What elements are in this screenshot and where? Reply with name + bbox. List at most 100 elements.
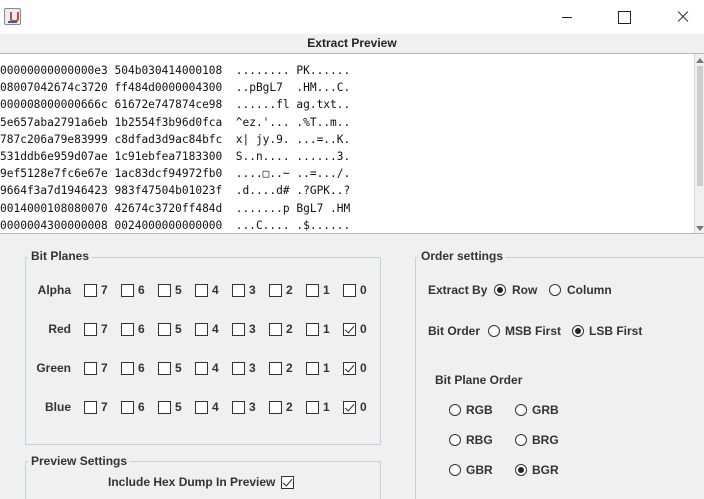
extract-by-label: Extract By: [428, 283, 488, 297]
scroll-up-icon[interactable]: [696, 58, 704, 63]
bit-label: 7: [101, 400, 108, 414]
hex-line: 08007042674c3720 ff484d0000004300 ..pBgL…: [0, 81, 351, 95]
checkbox-green-bit-1[interactable]: [306, 362, 319, 375]
bit-label: 2: [286, 361, 293, 375]
checkbox-red-bit-0[interactable]: [343, 323, 356, 336]
scroll-down-icon[interactable]: [696, 226, 704, 231]
bit-label: 6: [138, 283, 145, 297]
bit-label: 4: [212, 361, 219, 375]
checkbox-blue-bit-7[interactable]: [84, 401, 97, 414]
checkbox-red-bit-2[interactable]: [269, 323, 282, 336]
bit-plane-row-label-alpha: Alpha: [37, 283, 71, 297]
plane-order-brg-radio[interactable]: [515, 434, 527, 446]
extract-by-column-label[interactable]: Column: [567, 283, 612, 297]
preview-text-area[interactable]: 00000000000000e3 504b030414000108 ......…: [0, 53, 704, 234]
plane-order-grb-radio[interactable]: [515, 404, 527, 416]
bit-label: 5: [175, 283, 182, 297]
lsb-first-label[interactable]: LSB First: [589, 324, 642, 338]
hex-line: 9664f3a7d1946423 983f47504b01023f .d....…: [0, 184, 351, 198]
bit-label: 4: [212, 400, 219, 414]
bit-label: 0: [360, 283, 367, 297]
bit-label: 7: [101, 283, 108, 297]
preview-scrollbar[interactable]: [694, 54, 704, 233]
checkbox-green-bit-3[interactable]: [232, 362, 245, 375]
hex-line: 5e657aba2791a6eb 1b2554f3b96d0fca ^ez.'.…: [0, 115, 351, 129]
bit-label: 7: [101, 361, 108, 375]
checkbox-blue-bit-0[interactable]: [343, 401, 356, 414]
minimize-button[interactable]: [544, 0, 590, 34]
bit-label: 6: [138, 400, 145, 414]
msb-first-radio[interactable]: [488, 325, 500, 337]
checkbox-blue-bit-2[interactable]: [269, 401, 282, 414]
checkbox-blue-bit-6[interactable]: [121, 401, 134, 414]
plane-order-brg-label[interactable]: BRG: [532, 433, 559, 447]
bit-label: 1: [323, 283, 330, 297]
checkbox-red-bit-3[interactable]: [232, 323, 245, 336]
bit-plane-row-label-blue: Blue: [44, 400, 71, 414]
hex-dump-label: Include Hex Dump In Preview: [108, 475, 276, 489]
checkbox-blue-bit-1[interactable]: [306, 401, 319, 414]
bit-label: 0: [360, 322, 367, 336]
checkbox-alpha-bit-4[interactable]: [195, 284, 208, 297]
hex-line: 531ddb6e959d07ae 1c91ebfea7183300 S..n..…: [0, 150, 351, 164]
bit-label: 4: [212, 322, 219, 336]
checkbox-alpha-bit-2[interactable]: [269, 284, 282, 297]
checkbox-green-bit-2[interactable]: [269, 362, 282, 375]
checkbox-red-bit-1[interactable]: [306, 323, 319, 336]
msb-first-label[interactable]: MSB First: [505, 324, 561, 338]
checkbox-green-bit-5[interactable]: [158, 362, 171, 375]
hex-line: 0000004300000008 0024000000000000 ...C..…: [0, 218, 351, 232]
hex-line: 000008000000666c 61672e747874ce98 ......…: [0, 98, 351, 112]
lsb-first-radio[interactable]: [572, 325, 584, 337]
checkbox-alpha-bit-6[interactable]: [121, 284, 134, 297]
checkbox-red-bit-7[interactable]: [84, 323, 97, 336]
plane-order-rgb-label[interactable]: RGB: [466, 403, 493, 417]
bit-plane-row-label-green: Green: [36, 361, 71, 375]
order-settings-title: Order settings: [418, 249, 507, 263]
checkbox-green-bit-0[interactable]: [343, 362, 356, 375]
hex-line: 787c206a79e83999 c8dfad3d9ac84bfc x| jy.…: [0, 132, 351, 146]
hex-dump-checkbox[interactable]: [281, 476, 294, 489]
extract-by-row-radio[interactable]: [494, 284, 506, 296]
extract-by-column-radio[interactable]: [549, 284, 561, 296]
checkbox-alpha-bit-7[interactable]: [84, 284, 97, 297]
checkbox-red-bit-6[interactable]: [121, 323, 134, 336]
bit-planes-title: Bit Planes: [28, 249, 93, 263]
bit-label: 3: [249, 283, 256, 297]
plane-order-bgr-label[interactable]: BGR: [532, 463, 559, 477]
checkbox-green-bit-4[interactable]: [195, 362, 208, 375]
plane-order-gbr-radio[interactable]: [449, 464, 461, 476]
bit-label: 3: [249, 400, 256, 414]
bit-order-label: Bit Order: [428, 324, 481, 338]
bit-label: 2: [286, 322, 293, 336]
preview-title: Extract Preview: [307, 36, 397, 50]
checkbox-red-bit-5[interactable]: [158, 323, 171, 336]
scrollbar-thumb[interactable]: [697, 66, 703, 186]
checkbox-alpha-bit-3[interactable]: [232, 284, 245, 297]
checkbox-green-bit-7[interactable]: [84, 362, 97, 375]
checkbox-blue-bit-3[interactable]: [232, 401, 245, 414]
plane-order-gbr-label[interactable]: GBR: [466, 463, 493, 477]
maximize-button[interactable]: [600, 0, 646, 34]
bit-plane-row-label-red: Red: [48, 322, 71, 336]
checkbox-alpha-bit-5[interactable]: [158, 284, 171, 297]
bit-label: 1: [323, 322, 330, 336]
checkbox-blue-bit-5[interactable]: [158, 401, 171, 414]
hex-line: 0014000108080070 42674c3720ff484d ......…: [0, 201, 351, 215]
plane-order-rbg-label[interactable]: RBG: [466, 433, 493, 447]
checkbox-red-bit-4[interactable]: [195, 323, 208, 336]
close-button[interactable]: [658, 0, 704, 34]
plane-order-bgr-radio[interactable]: [515, 464, 527, 476]
checkbox-blue-bit-4[interactable]: [195, 401, 208, 414]
checkbox-alpha-bit-1[interactable]: [306, 284, 319, 297]
bit-label: 2: [286, 400, 293, 414]
extract-by-row-label[interactable]: Row: [512, 283, 537, 297]
plane-order-grb-label[interactable]: GRB: [532, 403, 559, 417]
title-bar: [0, 0, 704, 34]
checkbox-green-bit-6[interactable]: [121, 362, 134, 375]
plane-order-rgb-radio[interactable]: [449, 404, 461, 416]
plane-order-rbg-radio[interactable]: [449, 434, 461, 446]
hex-line: 00000000000000e3 504b030414000108 ......…: [0, 64, 351, 77]
checkbox-alpha-bit-0[interactable]: [343, 284, 356, 297]
hex-dump-text: 00000000000000e3 504b030414000108 ......…: [0, 62, 351, 233]
